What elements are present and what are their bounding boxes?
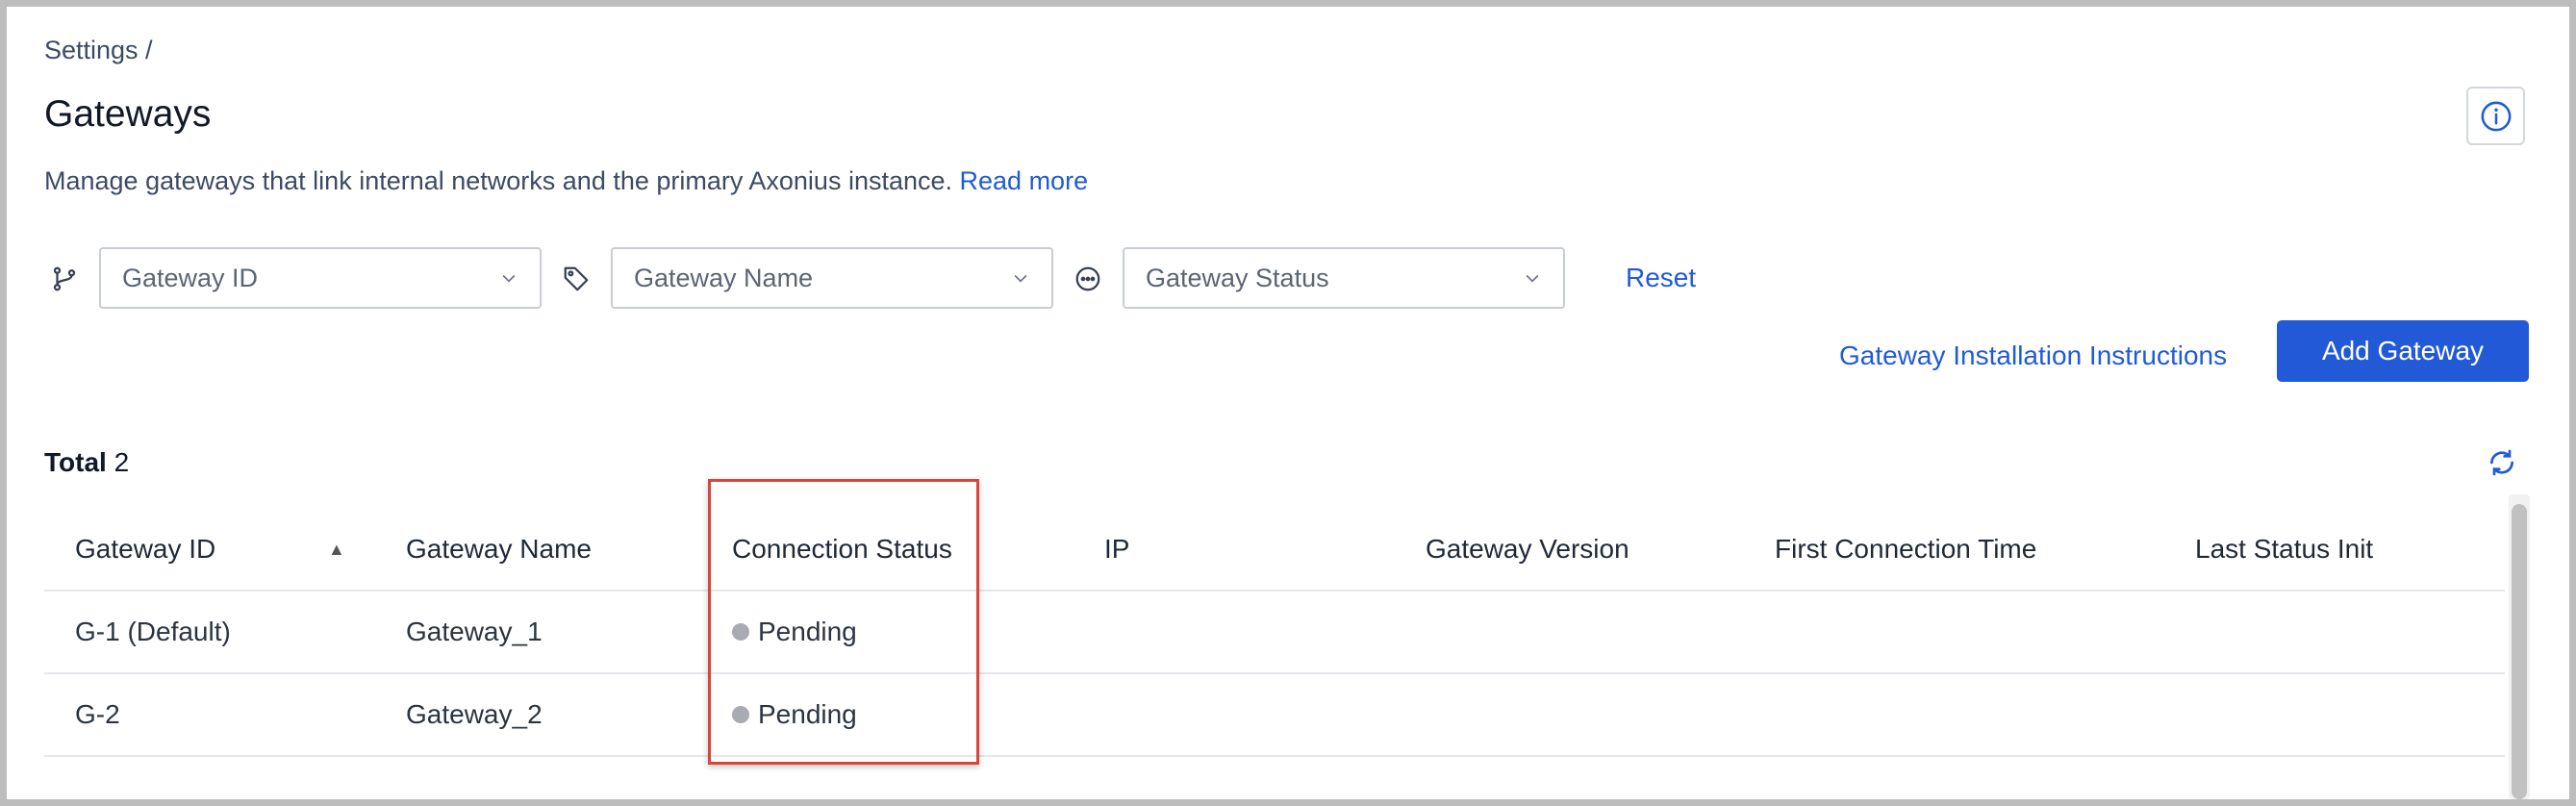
gateway-name-filter[interactable]: Gateway Name — [611, 247, 1053, 309]
column-header-ip[interactable]: IP — [1104, 509, 1129, 590]
chevron-down-icon — [1526, 274, 1539, 283]
column-header-last-status-init[interactable]: Last Status Init — [2195, 509, 2373, 590]
read-more-link[interactable]: Read more — [960, 166, 1089, 195]
status-label: Pending — [758, 699, 857, 729]
info-button[interactable] — [2466, 87, 2525, 145]
pending-status-dot — [732, 706, 749, 723]
vertical-scrollbar-thumb[interactable] — [2512, 504, 2527, 799]
installation-instructions-link[interactable]: Gateway Installation Instructions — [1839, 340, 2227, 371]
breadcrumb[interactable]: Settings / — [44, 36, 153, 65]
cell-gateway-id: G-2 — [75, 699, 120, 729]
cell-gateway-name: Gateway_1 — [406, 617, 543, 646]
gateway-status-filter[interactable]: Gateway Status — [1123, 247, 1565, 309]
gateways-page: Settings / Gateways Manage gateways that… — [7, 7, 2569, 799]
status-label: Pending — [758, 617, 857, 646]
chevron-down-icon — [502, 274, 516, 283]
page-title: Gateways — [44, 93, 212, 135]
total-count: Total 2 — [44, 447, 129, 478]
chevron-down-icon — [1014, 274, 1027, 283]
page-description: Manage gateways that link internal netwo… — [44, 166, 1088, 196]
sort-ascending-icon[interactable]: ▲ — [328, 509, 345, 590]
refresh-icon — [2490, 449, 2513, 476]
gateway-status-filter-placeholder: Gateway Status — [1146, 263, 1329, 292]
reset-button[interactable]: Reset — [1626, 263, 1696, 293]
column-header-gateway-id[interactable]: Gateway ID — [75, 509, 215, 590]
cell-gateway-name: Gateway_2 — [406, 699, 543, 729]
status-circle-icon — [1071, 262, 1105, 296]
add-gateway-button[interactable]: Add Gateway — [2277, 320, 2529, 382]
pending-status-dot — [732, 623, 749, 641]
refresh-button[interactable] — [2487, 447, 2521, 482]
total-value: 2 — [114, 447, 130, 477]
info-icon — [2481, 101, 2511, 131]
gateway-name-filter-placeholder: Gateway Name — [634, 263, 814, 292]
table-header-row: Gateway ID ▲ Gateway Name Connection Sta… — [44, 509, 2505, 592]
column-header-gateway-name[interactable]: Gateway Name — [406, 509, 592, 590]
gateway-id-filter-placeholder: Gateway ID — [122, 263, 259, 292]
column-header-gateway-version[interactable]: Gateway Version — [1426, 509, 1629, 590]
cell-connection-status: Pending — [732, 674, 857, 755]
gateway-id-filter[interactable]: Gateway ID — [99, 247, 542, 309]
table-row[interactable]: G-2 Gateway_2 Pending — [44, 674, 2505, 757]
branch-icon — [47, 262, 82, 296]
cell-connection-status: Pending — [732, 592, 857, 672]
column-header-first-connection-time[interactable]: First Connection Time — [1775, 509, 2036, 590]
column-header-connection-status[interactable]: Connection Status — [732, 509, 952, 590]
cell-gateway-id: G-1 (Default) — [75, 617, 231, 646]
gateways-table: Gateway ID ▲ Gateway Name Connection Sta… — [44, 509, 2505, 757]
description-text: Manage gateways that link internal netwo… — [44, 166, 960, 195]
total-label: Total — [44, 447, 107, 477]
tag-icon — [559, 262, 593, 296]
table-row[interactable]: G-1 (Default) Gateway_1 Pending — [44, 592, 2505, 674]
